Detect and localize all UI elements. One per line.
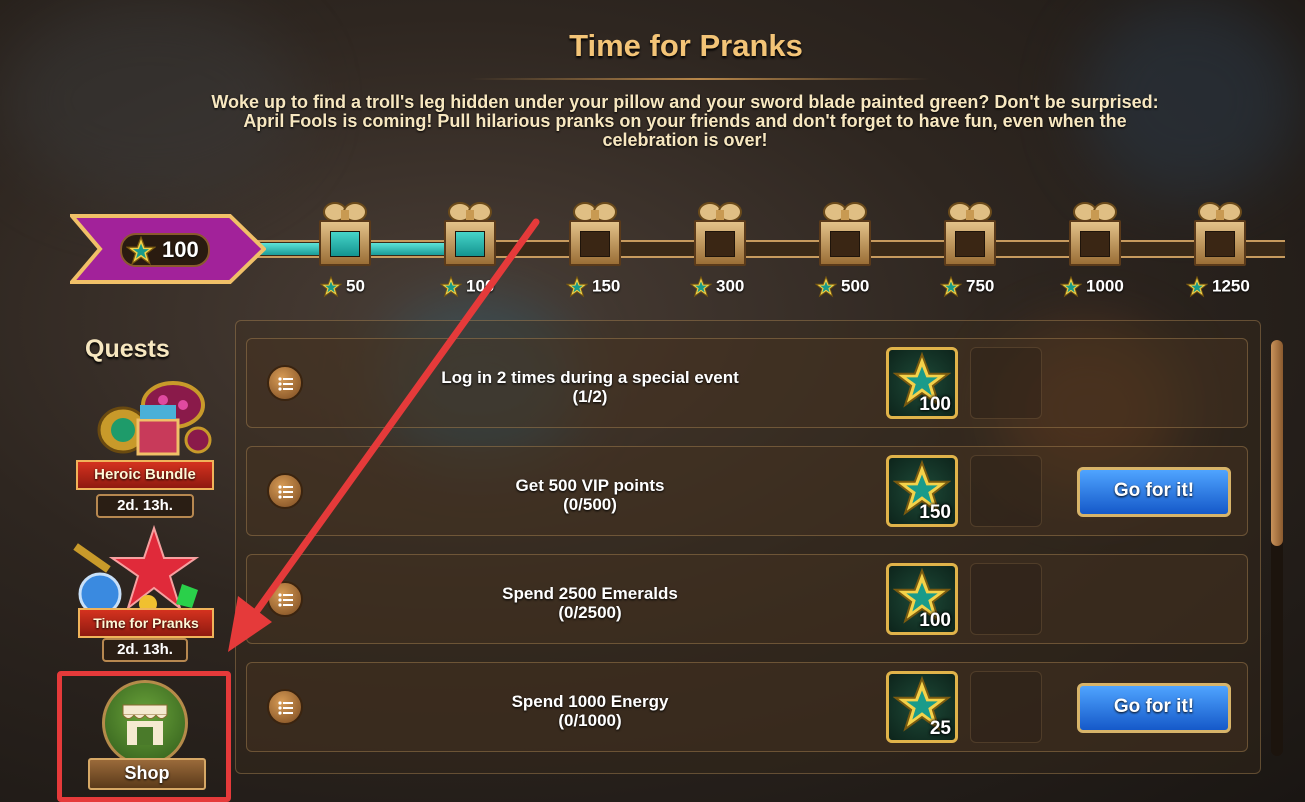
milestone-label: 750 [940,276,994,298]
star-icon [1060,276,1082,298]
quest-reward[interactable]: 100 [886,563,958,635]
quest-progress: (0/1000) [558,711,622,730]
milestone-label: 1000 [1060,276,1124,298]
quest-reward[interactable]: 25 [886,671,958,743]
gift-box [944,220,996,266]
star-icon [126,236,156,266]
points-value: 100 [162,237,199,262]
star-icon [1186,276,1208,298]
time-for-pranks-timer: 2d. 13h. [102,638,188,662]
gift-box [1069,220,1121,266]
milestone-label: 50 [320,276,365,298]
heroic-bundle-label: Heroic Bundle [76,460,214,490]
milestone-label: 500 [815,276,869,298]
milestone-label: 1250 [1186,276,1250,298]
star-gems-icon [73,524,200,616]
milestone-gift-icon[interactable] [692,200,748,272]
star-icon [815,276,837,298]
quest-info-icon[interactable] [267,581,303,617]
quest-info-icon[interactable] [267,689,303,725]
event-description: Woke up to find a troll's leg hidden und… [211,92,1159,150]
milestone-gift-icon[interactable] [317,200,373,272]
quests-label: Quests [85,335,170,363]
quest-title: Log in 2 times during a special event [441,368,739,387]
reward-amount: 25 [929,718,951,739]
gift-box [819,220,871,266]
milestone-label: 100 [440,276,494,298]
star-icon [440,276,462,298]
quest-scrollbar-thumb[interactable] [1271,340,1283,546]
empty-reward-slot [970,455,1042,527]
quest-progress: (0/500) [563,495,617,514]
quest-title: Get 500 VIP points [515,476,665,495]
star-icon [320,276,342,298]
milestone-label: 150 [566,276,620,298]
reward-amount: 100 [919,610,951,631]
quest-reward[interactable]: 150 [886,455,958,527]
milestone-label: 300 [690,276,744,298]
quest-title: Spend 1000 Energy [511,692,669,711]
go-for-it-button[interactable]: Go for it! [1077,467,1231,517]
milestone-gift-icon[interactable] [817,200,873,272]
time-for-pranks-label: Time for Pranks [78,608,214,638]
empty-reward-slot [970,671,1042,743]
gift-box [444,220,496,266]
milestone-gift-icon[interactable] [442,200,498,272]
empty-reward-slot [970,347,1042,419]
quest-info-icon[interactable] [267,473,303,509]
star-icon [940,276,962,298]
quest-progress: (1/2) [572,387,608,406]
milestone-gift-icon[interactable] [942,200,998,272]
time-for-pranks-item[interactable]: Time for Pranks 2d. 13h. [58,520,228,665]
milestone-gift-icon[interactable] [567,200,623,272]
quest-text: Get 500 VIP points (0/500) [390,476,790,514]
star-icon [566,276,588,298]
heroic-bundle-timer: 2d. 13h. [96,494,194,518]
go-for-it-button[interactable]: Go for it! [1077,683,1231,733]
quest-title: Spend 2500 Emeralds [502,584,678,603]
quest-text: Spend 2500 Emeralds (0/2500) [390,584,790,622]
title-divider [470,78,930,80]
empty-reward-slot [970,563,1042,635]
quest-info-icon[interactable] [267,365,303,401]
quest-text: Spend 1000 Energy (0/1000) [390,692,790,730]
milestone-gift-icon[interactable] [1192,200,1248,272]
milestone-gift-icon[interactable] [1067,200,1123,272]
quest-text: Log in 2 times during a special event (1/… [390,368,790,406]
quest-reward[interactable]: 100 [886,347,958,419]
gift-box [319,220,371,266]
shop-highlight-annotation [57,671,231,802]
heroic-bundle-item[interactable]: Heroic Bundle 2d. 13h. [70,370,230,520]
gift-box [694,220,746,266]
reward-amount: 100 [919,394,951,415]
star-icon [690,276,712,298]
reward-amount: 150 [919,502,951,523]
event-title: Time for Pranks [569,28,803,63]
gift-box [1194,220,1246,266]
quest-progress: (0/2500) [558,603,622,622]
gift-box [569,220,621,266]
